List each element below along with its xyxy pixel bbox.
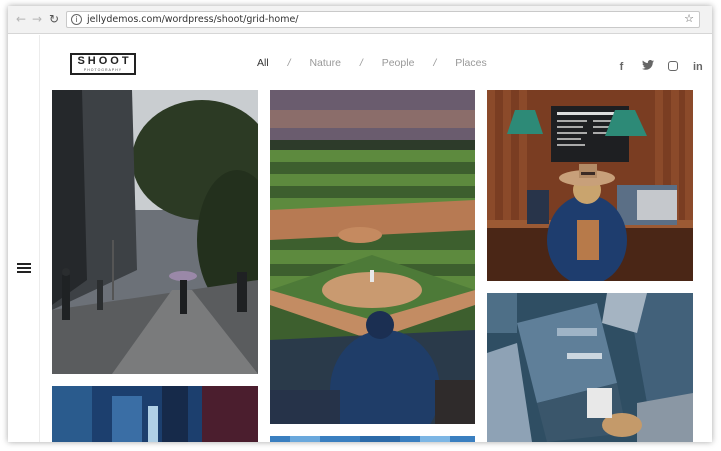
twitter-icon[interactable] (641, 60, 654, 73)
address-bar[interactable]: i jellydemos.com/wordpress/shoot/grid-ho… (66, 11, 700, 28)
reload-icon[interactable]: ↻ (47, 12, 61, 26)
web-page: SHOOT PHOTOGRAPHY All / Nature / People … (8, 35, 712, 442)
linkedin-icon[interactable]: in (691, 61, 704, 73)
filter-people[interactable]: People (382, 57, 415, 69)
forward-arrow-icon[interactable]: → (30, 12, 44, 26)
photo-coffee-shop-woman-hat[interactable] (487, 90, 693, 281)
instagram-icon[interactable] (667, 61, 678, 71)
photo-baseball-stadium[interactable] (270, 90, 475, 424)
filter-separator: / (359, 57, 363, 69)
site-info-icon[interactable]: i (71, 14, 82, 25)
logo-subtitle: PHOTOGRAPHY (83, 68, 123, 72)
portfolio-filters: All / Nature / People / Places (257, 57, 487, 71)
filter-separator: / (433, 57, 437, 69)
side-menu-bar (8, 35, 40, 442)
photo-water-blue[interactable] (270, 436, 475, 442)
filter-nature[interactable]: Nature (309, 57, 341, 69)
photo-street-blue[interactable] (52, 386, 258, 442)
browser-window: ← → ↻ i jellydemos.com/wordpress/shoot/g… (8, 6, 712, 442)
filter-all[interactable]: All (257, 57, 269, 69)
browser-toolbar: ← → ↻ i jellydemos.com/wordpress/shoot/g… (8, 6, 712, 34)
social-links: f in (615, 57, 712, 73)
back-arrow-icon[interactable]: ← (14, 12, 28, 26)
facebook-icon[interactable]: f (615, 61, 628, 73)
filter-places[interactable]: Places (455, 57, 487, 69)
logo-word: SHOOT (77, 55, 132, 67)
filter-separator: / (287, 57, 291, 69)
hamburger-menu-icon[interactable] (17, 263, 31, 273)
photo-city-aerial[interactable] (487, 293, 693, 442)
bookmark-star-icon[interactable]: ☆ (684, 12, 694, 25)
site-logo[interactable]: SHOOT PHOTOGRAPHY (70, 53, 136, 75)
photo-city-street-umbrella[interactable] (52, 90, 258, 374)
url-text[interactable]: jellydemos.com/wordpress/shoot/grid-home… (87, 14, 299, 25)
